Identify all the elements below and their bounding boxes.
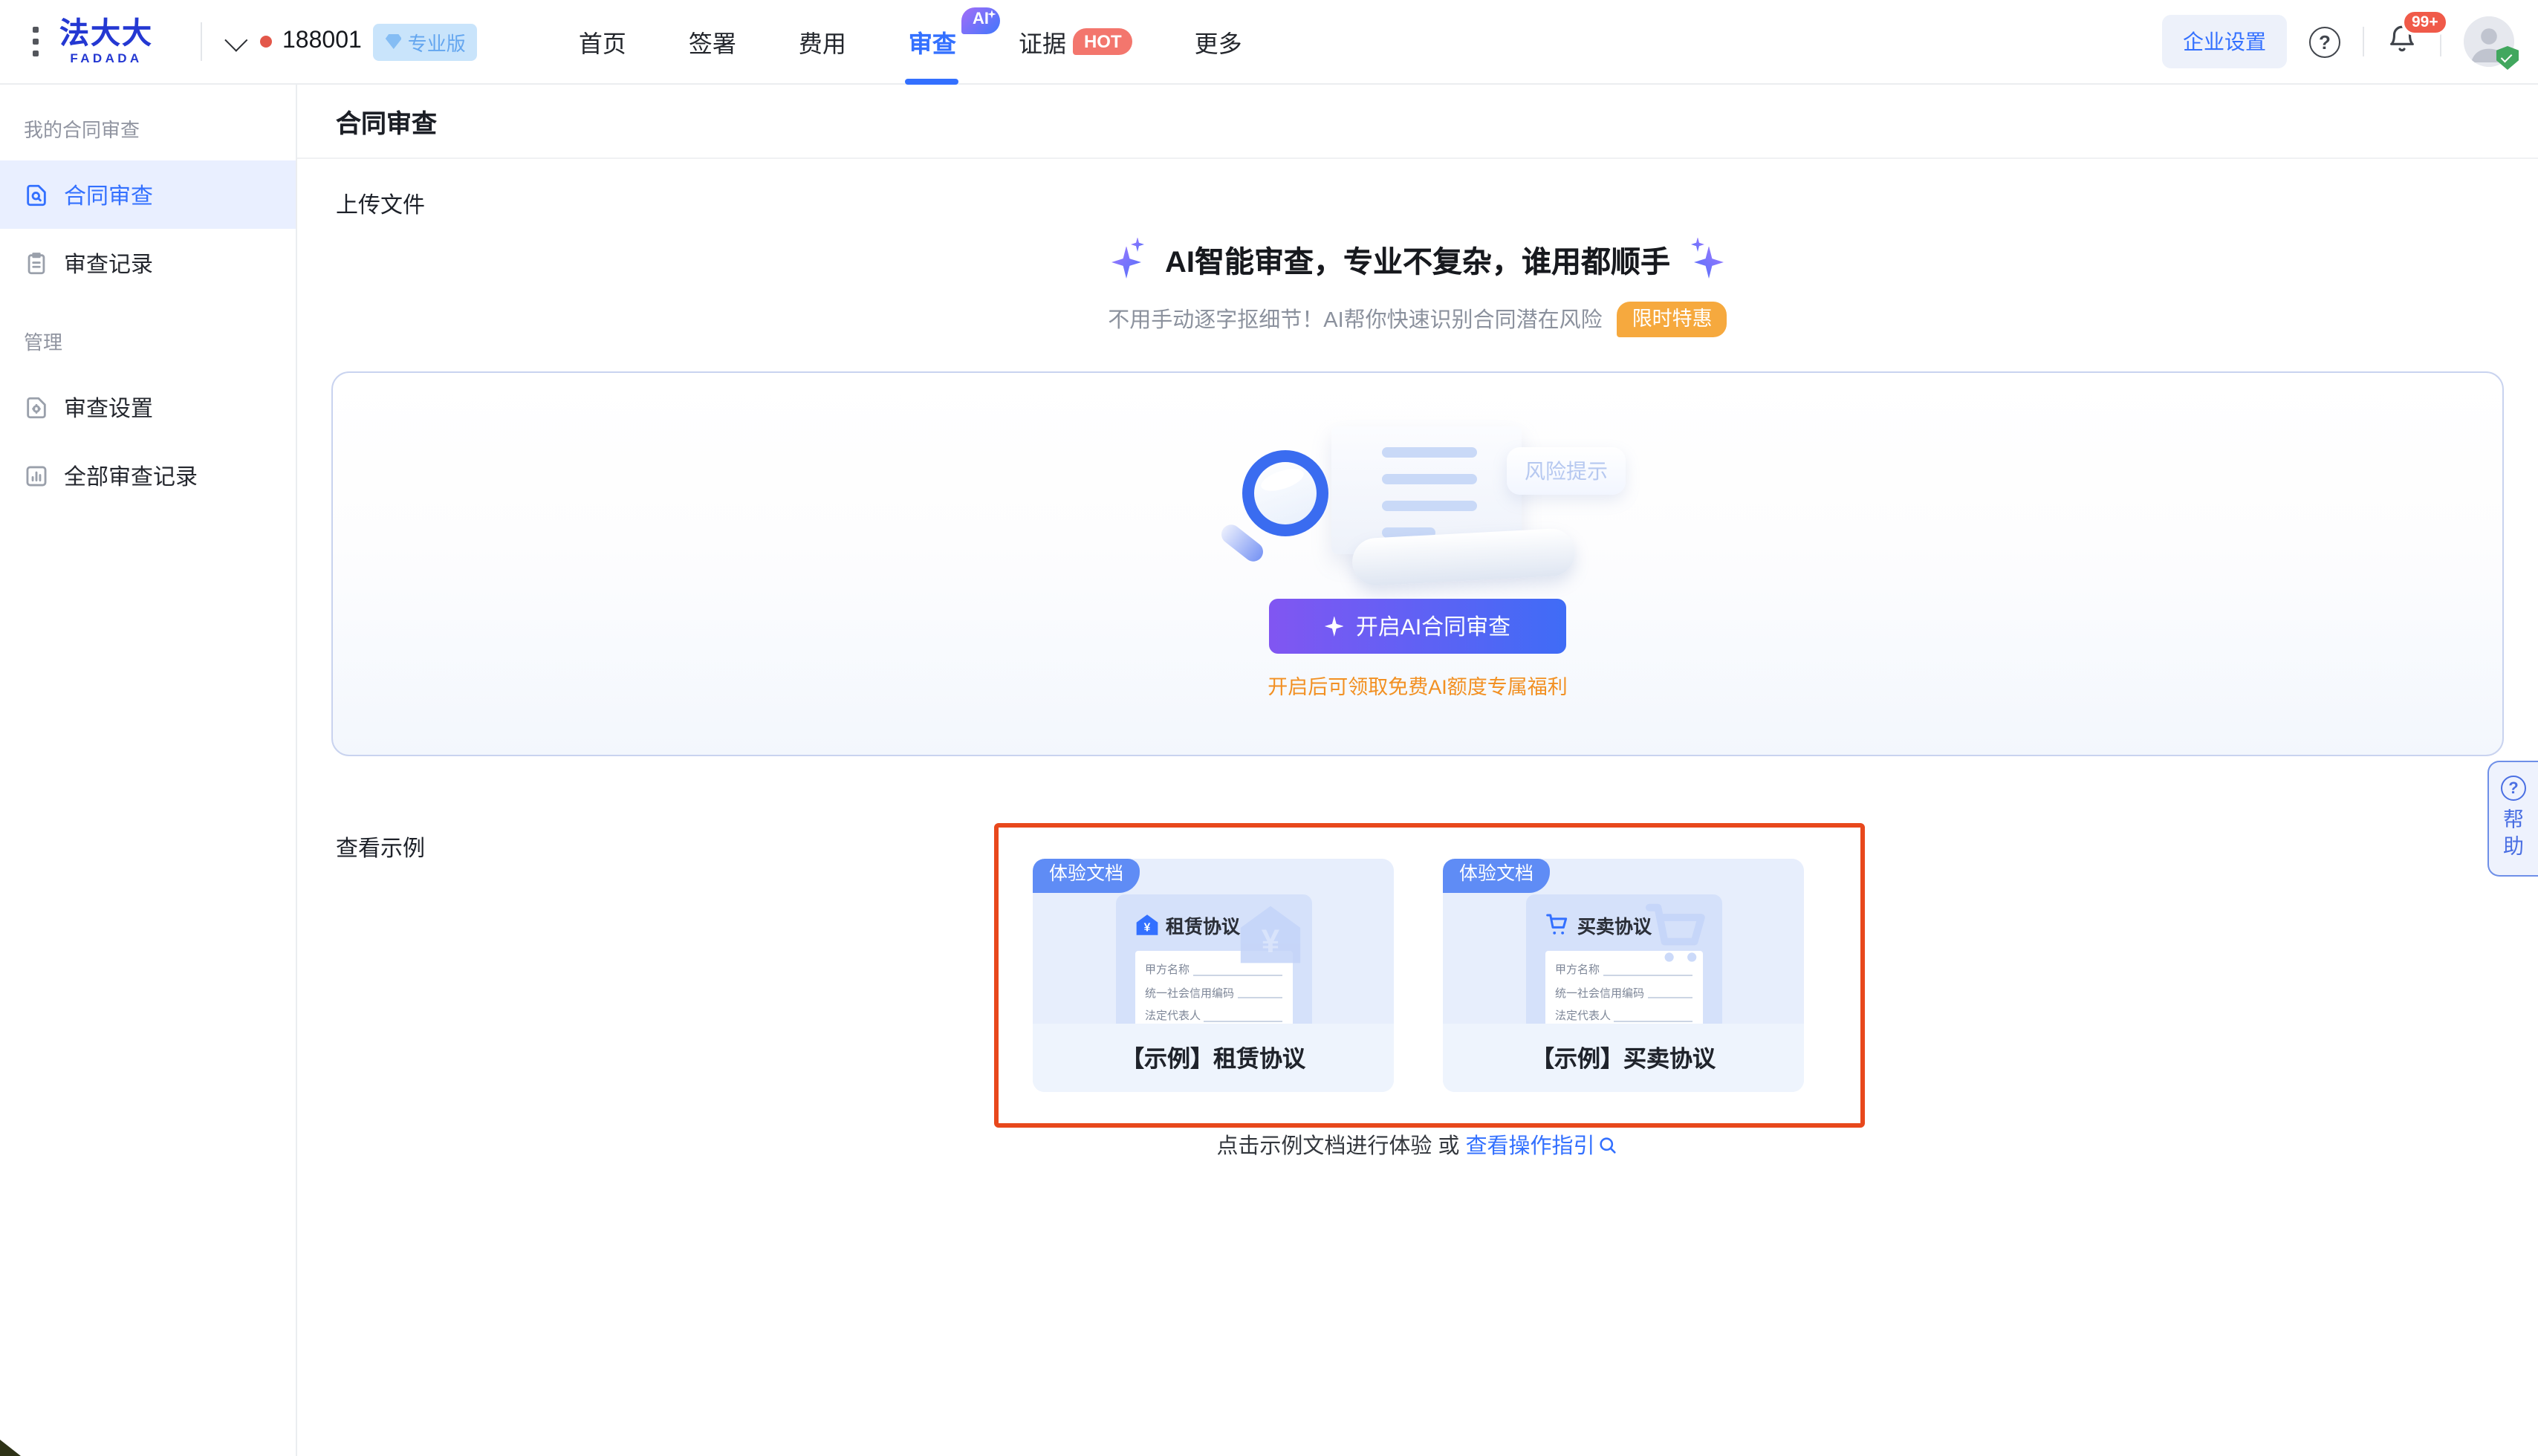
hot-badge: HOT <box>1074 28 1132 55</box>
floating-help-button[interactable]: ? 帮助 <box>2487 761 2538 877</box>
magnifier-link-icon <box>1598 1135 1619 1162</box>
sidebar-item-label: 审查记录 <box>64 247 153 279</box>
sidebar-item-label: 全部审查记录 <box>64 460 198 491</box>
ai-badge: AI <box>962 7 1001 33</box>
magnifier-icon <box>1242 450 1328 536</box>
svg-text:¥: ¥ <box>1143 921 1150 934</box>
sidebar-item-review-settings[interactable]: 审查设置 <box>0 373 296 441</box>
card-title: 【示例】买卖协议 <box>1531 1041 1716 1074</box>
examples-section-label: 查看示例 <box>336 832 425 863</box>
logo-cn: 法大大 <box>59 19 153 49</box>
sidebar-item-review-records[interactable]: 审查记录 <box>0 229 296 297</box>
bar-chart-icon <box>24 463 49 488</box>
diamond-icon <box>386 34 402 49</box>
promo-badge: 限时特惠 <box>1617 301 1727 337</box>
nav-item-fees[interactable]: 费用 <box>799 0 846 84</box>
nav-item-review[interactable]: 审查 AI <box>909 0 956 84</box>
upload-dropzone[interactable]: 风险提示 开启AI合同审查 开启后可领取免费AI额度专属福利 <box>331 371 2504 756</box>
hero: AI智能审查，专业不复杂，谁用都顺手 不用手动逐字抠细节！AI帮你快速识别合同潜… <box>297 238 2538 337</box>
sparkle-icon <box>1111 240 1144 279</box>
notifications-bell[interactable]: 99+ <box>2386 22 2418 62</box>
sidebar-item-label: 审查设置 <box>64 391 153 423</box>
topbar-separator <box>2363 27 2364 56</box>
trial-doc-badge: 体验文档 <box>1443 859 1550 893</box>
topbar-divider <box>201 22 202 61</box>
card-title: 【示例】租赁协议 <box>1121 1041 1305 1074</box>
sidebar-section-my-review: 我的合同审查 <box>0 100 296 160</box>
app-menu-kebab-icon[interactable] <box>33 27 39 56</box>
logo-en: FADADA <box>70 52 142 65</box>
cart-watermark-icon <box>1644 903 1713 966</box>
cart-icon <box>1545 914 1570 936</box>
mini-doc-title: 租赁协议 <box>1166 911 1240 939</box>
example-card-sale[interactable]: 体验文档 买卖协议 <box>1443 859 1804 1092</box>
upload-section-label: 上传文件 <box>336 189 425 220</box>
topbar: 法大大 FADADA 188001 专业版 首页 签署 费用 审查 AI 证据 … <box>0 0 2538 85</box>
plan-badge-label: 专业版 <box>408 27 466 56</box>
mini-document: 买卖协议 甲方名称 统一社会信用编码 法定代表人 联系电话 <box>1525 894 1721 1024</box>
sidebar-item-all-review-records[interactable]: 全部审查记录 <box>0 441 296 510</box>
trial-doc-badge: 体验文档 <box>1033 859 1140 893</box>
sparkle-icon <box>1325 616 1344 637</box>
floating-help-label: 帮助 <box>2503 808 2524 862</box>
operation-guide-link[interactable]: 查看操作指引 <box>1466 1135 1619 1159</box>
sparkle-icon <box>1691 240 1724 279</box>
account-id[interactable]: 188001 <box>282 28 362 55</box>
fadada-logo[interactable]: 法大大 FADADA <box>59 19 153 65</box>
sidebar-item-label: 合同审查 <box>64 179 153 210</box>
question-icon: ? <box>2501 776 2526 801</box>
card-title-strip: 【示例】买卖协议 <box>1443 1024 1804 1092</box>
mini-doc-title: 买卖协议 <box>1577 911 1652 939</box>
start-ai-review-button[interactable]: 开启AI合同审查 <box>1269 599 1566 654</box>
example-cards: 体验文档 ¥ 租赁协议 ¥ 甲方名 <box>1033 859 1804 1092</box>
help-icon[interactable]: ? <box>2309 26 2340 57</box>
nav-item-evidence[interactable]: 证据 HOT <box>1019 0 1132 84</box>
plan-badge: 专业版 <box>374 23 478 60</box>
example-card-lease[interactable]: 体验文档 ¥ 租赁协议 ¥ 甲方名 <box>1033 859 1394 1092</box>
user-avatar[interactable] <box>2464 16 2514 67</box>
hint-text: 点击示例文档进行体验 或 <box>1216 1135 1459 1159</box>
examples-hint: 点击示例文档进行体验 或 查看操作指引 <box>297 1129 2538 1162</box>
sidebar-item-contract-review[interactable]: 合同审查 <box>0 160 296 229</box>
hero-headline-row: AI智能审查，专业不复杂，谁用都顺手 <box>1111 238 1724 281</box>
notification-count-badge: 99+ <box>2401 8 2449 36</box>
cta-note: 开启后可领取免费AI额度专属福利 <box>1268 670 1568 700</box>
sidebar-section-manage: 管理 <box>0 312 296 373</box>
hero-subtitle: 不用手动逐字抠细节！AI帮你快速识别合同潜在风险 <box>1108 303 1602 334</box>
nav-item-sign[interactable]: 签署 <box>689 0 736 84</box>
sidebar: 我的合同审查 合同审查 审查记录 管理 <box>0 85 297 1456</box>
doc-search-icon <box>24 182 49 207</box>
verified-shield-icon <box>2496 46 2519 70</box>
review-illustration: 风险提示 <box>1210 426 1626 569</box>
risk-tooltip: 风险提示 <box>1507 447 1626 495</box>
page-title: 合同审查 <box>336 103 437 140</box>
org-switch-chevron-down-icon[interactable] <box>224 28 247 51</box>
hero-headline: AI智能审查，专业不复杂，谁用都顺手 <box>1165 238 1670 281</box>
svg-text:¥: ¥ <box>1261 923 1279 960</box>
main-header: 合同审查 <box>297 85 2538 159</box>
mini-document: ¥ 租赁协议 ¥ 甲方名称 统一社会信用编码 法定代表人 联系电话 <box>1115 894 1311 1024</box>
cta-label: 开启AI合同审查 <box>1356 611 1510 642</box>
house-yuan-icon: ¥ <box>1135 914 1158 936</box>
topbar-right: 企业设置 ? 99+ <box>2162 15 2514 68</box>
enterprise-settings-button[interactable]: 企业设置 <box>2162 15 2287 68</box>
clipboard-icon <box>24 250 49 276</box>
doc-gear-icon <box>24 394 49 420</box>
nav-item-more[interactable]: 更多 <box>1195 0 1242 84</box>
card-title-strip: 【示例】租赁协议 <box>1033 1024 1394 1092</box>
org-status-dot <box>260 36 272 48</box>
house-yuan-watermark-icon: ¥ <box>1237 903 1302 966</box>
nav-item-home[interactable]: 首页 <box>579 0 626 84</box>
app-root: 法大大 FADADA 188001 专业版 首页 签署 费用 审查 AI 证据 … <box>0 0 2538 1456</box>
hero-subline: 不用手动逐字抠细节！AI帮你快速识别合同潜在风险 限时特惠 <box>1108 301 1727 337</box>
active-nav-underline <box>906 78 959 84</box>
main-nav: 首页 签署 费用 审查 AI 证据 HOT 更多 <box>579 0 1242 84</box>
